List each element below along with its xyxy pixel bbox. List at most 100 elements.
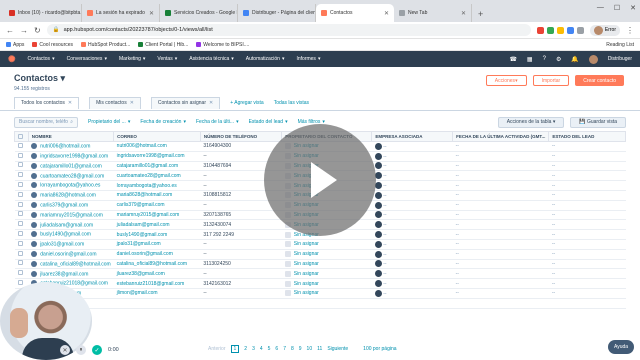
nav-item[interactable]: Automatización ▾: [246, 56, 285, 62]
contact-name-link[interactable]: lorrayambogota@yahoo.es: [40, 183, 100, 189]
contact-email[interactable]: catalina_oficial89@hotmail.com: [117, 261, 187, 267]
contact-owner[interactable]: Sin asignar: [284, 241, 369, 248]
view-tab[interactable]: Todos los contactos ✕: [14, 96, 80, 109]
contact-email[interactable]: maria8628@hotmail.com: [117, 192, 173, 198]
reload-icon[interactable]: ↻: [34, 26, 41, 35]
table-row[interactable]: estebanruiz21018@gmail.com estebanruiz210…: [14, 278, 626, 289]
page-title[interactable]: Contactos ▾: [14, 73, 65, 84]
row-checkbox[interactable]: [17, 280, 23, 286]
close-tab-icon[interactable]: ✕: [149, 10, 154, 17]
url-field[interactable]: 🔒 app.hubspot.com/contacts/20223787/obje…: [46, 24, 531, 36]
page-number[interactable]: 10: [307, 346, 313, 352]
filter-dropdown[interactable]: Estado del lead ▾: [249, 119, 288, 125]
contact-name-link[interactable]: busly1490@gmail.com: [40, 232, 91, 238]
actions-button[interactable]: Acciones ▾: [485, 75, 527, 86]
contact-email[interactable]: cuartoamateo28@gmail.com: [117, 173, 181, 179]
column-header[interactable]: FECHA DE LA ÚLTIMA ACTIVIDAD (GMT...: [452, 131, 550, 142]
per-page-select[interactable]: 100 por página: [363, 346, 396, 352]
contact-name-link[interactable]: maria8628@hotmail.com: [40, 193, 96, 199]
row-checkbox[interactable]: [17, 240, 23, 246]
extension-icon[interactable]: [536, 26, 544, 34]
page-number[interactable]: 9: [299, 346, 302, 352]
search-input[interactable]: Buscar nombre, teléfo ⌕: [14, 116, 78, 128]
extension-icon[interactable]: [546, 26, 554, 34]
view-tab[interactable]: Contactos sin asignar ✕: [150, 96, 221, 109]
contact-name-link[interactable]: cuartoamateo28@gmail.com: [40, 173, 104, 179]
profile-button[interactable]: Error: [589, 24, 620, 36]
contact-email[interactable]: lorrayambogota@yahoo.es: [117, 183, 177, 189]
column-header[interactable]: CORREO: [113, 131, 201, 142]
browser-tab[interactable]: Servicios Creados - Google D✕: [160, 4, 238, 22]
bookmark-item[interactable]: Cool resources: [32, 42, 73, 48]
contact-name-link[interactable]: jluarez38@gmail.com: [40, 271, 88, 277]
nav-item[interactable]: Ventas ▾: [157, 56, 177, 62]
browser-tab[interactable]: La sesión ha expirado ✕: [82, 4, 160, 22]
row-checkbox[interactable]: [17, 182, 23, 188]
maximize-icon[interactable]: ☐: [614, 4, 620, 12]
row-checkbox[interactable]: [17, 142, 23, 148]
row-checkbox[interactable]: [17, 162, 23, 168]
nav-item[interactable]: Informes ▾: [296, 56, 320, 62]
close-recording-icon[interactable]: ✕: [60, 345, 70, 355]
row-checkbox[interactable]: [17, 250, 23, 256]
puzzle-icon[interactable]: [576, 26, 584, 34]
marketplace-icon[interactable]: ▦: [527, 56, 533, 63]
page-number[interactable]: 2: [244, 346, 247, 352]
browser-tab[interactable]: Distribuger - Página del cliente✕: [238, 4, 316, 22]
page-number[interactable]: 5: [268, 346, 271, 352]
contact-email[interactable]: estebanruiz21018@gmail.com: [117, 281, 185, 287]
page-number[interactable]: 3: [252, 346, 255, 352]
extension-icon[interactable]: [566, 26, 574, 34]
nav-item[interactable]: Conversaciones ▾: [67, 56, 107, 62]
contact-email[interactable]: mariamruy2015@gmail.com: [117, 212, 180, 218]
minimize-icon[interactable]: —: [597, 4, 604, 12]
contact-name-link[interactable]: juliadalsam@gmail.com: [40, 222, 93, 228]
import-button[interactable]: Importar: [532, 75, 570, 86]
table-row[interactable]: jlimon@gmail.comjlimon@gmail.com--Sin as…: [14, 288, 626, 299]
row-checkbox[interactable]: [17, 152, 23, 158]
new-tab-button[interactable]: +: [472, 9, 489, 22]
contact-name-link[interactable]: ingridsavorre1998@gmail.com: [40, 153, 108, 159]
contact-name-link[interactable]: catalina_oficial89@hotmail.com: [40, 261, 110, 267]
page-number[interactable]: 1: [230, 345, 240, 353]
add-view-link[interactable]: + Agregar vista: [230, 100, 264, 106]
nav-item[interactable]: Asistencia técnica ▾: [189, 56, 234, 62]
notifications-icon[interactable]: 🔔: [571, 56, 578, 63]
table-row[interactable]: jluarez38@gmail.com jluarez38@gmail.com --…: [14, 268, 626, 280]
bookmark-item[interactable]: Client Portal | Hib...: [138, 42, 188, 48]
hubspot-logo-icon[interactable]: ✺: [8, 54, 16, 65]
page-number[interactable]: 11: [317, 346, 322, 352]
all-views-link[interactable]: Todas las vistas: [274, 100, 309, 106]
phone-icon[interactable]: ☎: [509, 56, 516, 63]
contact-name-link[interactable]: nutri006@hotmail.com: [40, 144, 90, 150]
table-row[interactable]: jpalo31@gmail.com jpalo31@gmail.com -- Sin …: [14, 239, 626, 250]
table-row[interactable]: catalina_oficial89@hotmail.com catalina_o…: [14, 259, 626, 270]
contact-email[interactable]: nutri006@hotmail.com: [117, 143, 167, 149]
bookmark-item[interactable]: Welcome to BIPSI....: [196, 42, 249, 48]
back-icon[interactable]: ←: [6, 26, 14, 35]
reading-list[interactable]: Reading List: [606, 42, 634, 48]
contact-name-link[interactable]: daniel.osorin@gmail.com: [40, 251, 96, 257]
contact-email[interactable]: ingridsavorre1998@gmail.com: [117, 153, 185, 159]
menu-dots-icon[interactable]: ⋮: [626, 26, 634, 35]
row-checkbox[interactable]: [17, 201, 23, 207]
contact-owner[interactable]: Sin asignar: [284, 290, 369, 297]
close-view-icon[interactable]: ✕: [68, 100, 72, 106]
filter-dropdown[interactable]: Fecha de creación ▾: [140, 119, 186, 125]
contact-name-link[interactable]: mariamruy2015@gmail.com: [40, 212, 103, 218]
forward-icon[interactable]: →: [20, 26, 28, 35]
row-checkbox[interactable]: [17, 172, 23, 178]
check-icon[interactable]: ✓: [92, 345, 102, 355]
close-tab-icon[interactable]: ✕: [384, 10, 389, 17]
column-header[interactable]: NÚMERO DE TELÉFONO: [199, 131, 283, 142]
pause-icon[interactable]: ⏸: [76, 345, 86, 355]
contact-name-link[interactable]: jpalo31@gmail.com: [40, 242, 84, 248]
column-header[interactable]: NOMBRE: [27, 131, 115, 142]
page-number[interactable]: 6: [275, 346, 278, 352]
row-checkbox[interactable]: [17, 191, 23, 197]
account-name[interactable]: Distribuger: [608, 56, 632, 62]
contact-owner[interactable]: Sin asignar: [284, 260, 369, 267]
contact-owner[interactable]: Sin asignar: [284, 280, 369, 287]
table-row[interactable]: [14, 298, 626, 309]
filter-dropdown[interactable]: Propietario del ... ▾: [88, 119, 130, 125]
